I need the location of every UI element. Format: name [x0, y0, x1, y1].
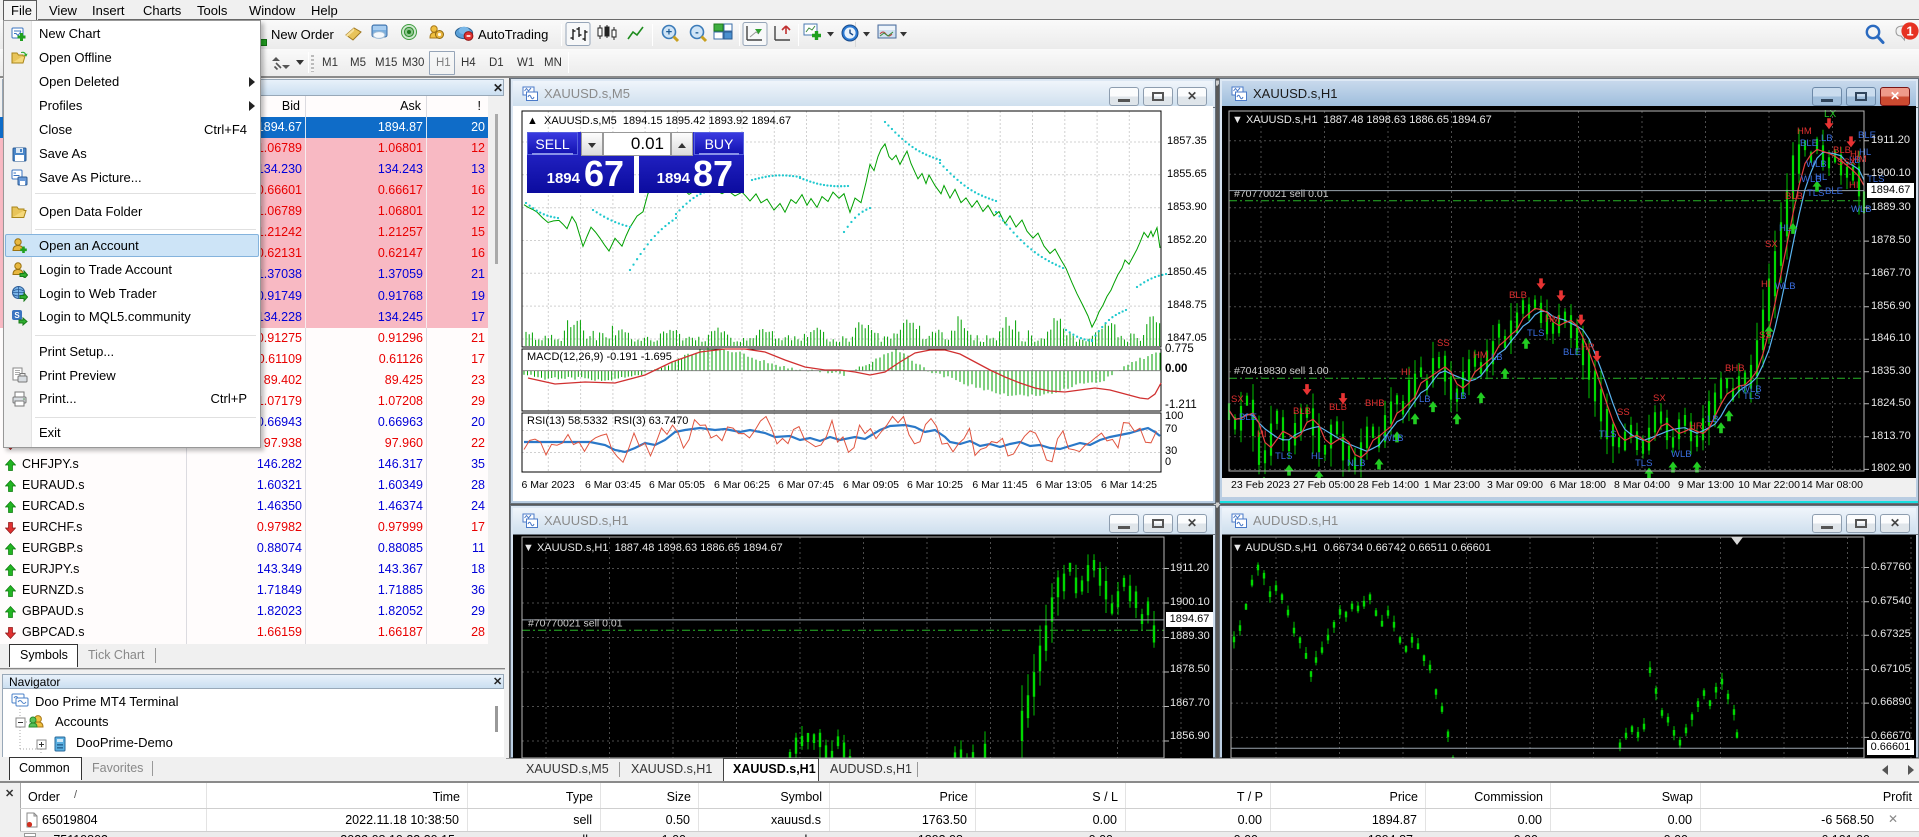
svg-text:BLB: BLB	[1509, 290, 1527, 301]
svg-text:SX: SX	[1765, 239, 1778, 250]
svg-text:WLB: WLB	[1851, 204, 1872, 215]
svg-text:NLB: NLB	[1347, 458, 1365, 469]
svg-text:BLB: BLB	[1329, 402, 1347, 413]
svg-text:BLB: BLB	[1293, 406, 1311, 417]
svg-text:#70770021 sell 0.01: #70770021 sell 0.01	[528, 617, 623, 629]
svg-text:LB: LB	[1707, 414, 1719, 425]
svg-text:WLB: WLB	[1775, 281, 1796, 292]
svg-text:HM: HM	[1545, 314, 1560, 325]
svg-text:TLS: TLS	[1599, 429, 1616, 440]
svg-text:BLE: BLE	[1800, 138, 1818, 149]
svg-text:SS: SS	[1617, 407, 1630, 418]
svg-text:#70419830 sell 1.00: #70419830 sell 1.00	[1234, 365, 1329, 377]
svg-text:SX: SX	[1231, 394, 1244, 405]
svg-text:HR: HR	[1581, 342, 1595, 353]
svg-text:S: S	[14, 311, 20, 320]
svg-text:HI: HI	[1761, 279, 1771, 290]
svg-text:+: +	[666, 27, 672, 39]
svg-text:HM: HM	[1797, 126, 1812, 137]
svg-text:WLB: WLB	[1801, 174, 1822, 185]
svg-text:#70770021 sell 0.01: #70770021 sell 0.01	[1234, 188, 1329, 200]
svg-text:HI: HI	[1257, 429, 1267, 440]
svg-text:TLS: TLS	[1807, 188, 1824, 199]
svg-text:SS: SS	[1437, 338, 1450, 349]
svg-text:BHB: BHB	[1725, 363, 1745, 374]
svg-text:HI: HI	[1401, 367, 1411, 378]
svg-text:WLB: WLB	[1671, 449, 1692, 460]
svg-text:HI: HI	[1849, 180, 1859, 191]
svg-text:WLB: WLB	[1741, 384, 1762, 395]
svg-text:HL: HL	[1859, 147, 1871, 158]
svg-text:TLS: TLS	[1527, 328, 1544, 339]
svg-text:HL: HL	[1779, 223, 1791, 234]
svg-text:HM: HM	[1473, 350, 1488, 361]
svg-text:LB: LB	[1491, 352, 1503, 363]
svg-text:SS: SS	[1759, 330, 1772, 341]
svg-text:LB: LB	[1821, 133, 1833, 144]
svg-text:HL: HL	[1311, 451, 1323, 462]
svg-text:LB: LB	[1419, 394, 1431, 405]
svg-text:WLB: WLB	[1806, 159, 1827, 170]
svg-text:BLE: BLE	[1239, 412, 1257, 423]
svg-text:BLE: BLE	[1825, 186, 1843, 197]
svg-text:HR: HR	[1689, 421, 1703, 432]
svg-text:-: -	[695, 27, 699, 39]
svg-text:WLB: WLB	[1383, 433, 1404, 444]
svg-text:BLE: BLE	[1563, 347, 1581, 358]
svg-text:TLS: TLS	[1635, 458, 1652, 469]
svg-text:SX: SX	[1653, 393, 1666, 404]
svg-text:LB: LB	[1455, 391, 1467, 402]
svg-text:BHB: BHB	[1365, 398, 1385, 409]
svg-text:TLS: TLS	[1275, 451, 1292, 462]
svg-text:BLB: BLB	[1785, 191, 1803, 202]
svg-text:1: 1	[1906, 23, 1913, 38]
